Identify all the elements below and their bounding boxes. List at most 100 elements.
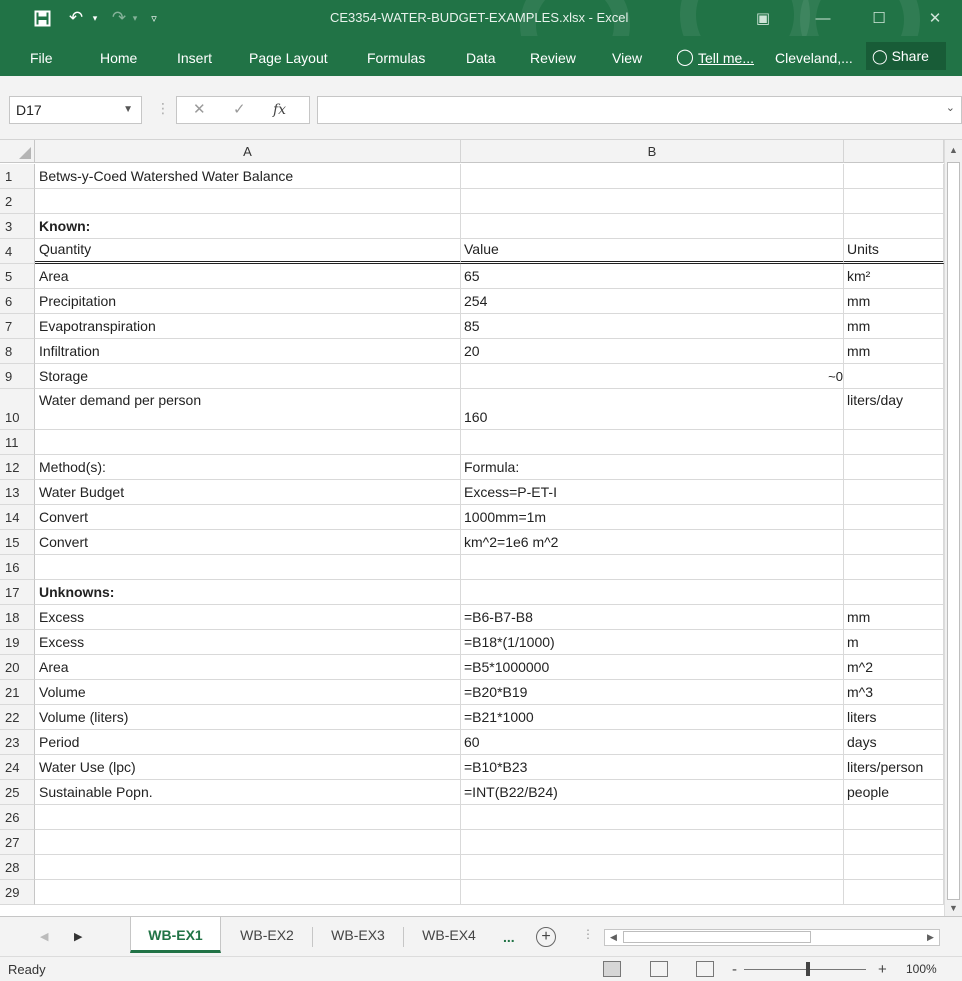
cell-b[interactable] <box>461 830 844 855</box>
cell-b[interactable] <box>461 580 844 605</box>
normal-view-icon[interactable] <box>603 961 621 977</box>
cell-a[interactable]: Excess <box>35 605 461 630</box>
page-layout-view-icon[interactable] <box>650 961 668 977</box>
row-header[interactable]: 8 <box>0 339 35 364</box>
cell-b[interactable]: Formula: <box>461 455 844 480</box>
cell-b[interactable] <box>461 189 844 214</box>
cell-c[interactable]: people <box>844 780 944 805</box>
row-header[interactable]: 3 <box>0 214 35 239</box>
more-sheets-button[interactable]: ... <box>503 917 515 957</box>
cell-a[interactable]: Convert <box>35 505 461 530</box>
cell-b[interactable]: =INT(B22/B24) <box>461 780 844 805</box>
tab-review[interactable]: Review <box>530 36 576 76</box>
cell-b[interactable] <box>461 430 844 455</box>
horizontal-scrollbar[interactable]: ◀ ▶ <box>604 929 940 946</box>
close-icon[interactable]: ✕ <box>912 0 958 36</box>
row-header[interactable]: 19 <box>0 630 35 655</box>
cell-a[interactable]: Quantity <box>35 239 461 264</box>
name-box[interactable]: D17 ▼ <box>9 96 142 124</box>
cell-a[interactable]: Evapotranspiration <box>35 314 461 339</box>
row-header[interactable]: 21 <box>0 680 35 705</box>
cell-c[interactable]: km² <box>844 264 944 289</box>
row-header[interactable]: 6 <box>0 289 35 314</box>
cell-c[interactable] <box>844 505 944 530</box>
row-header[interactable]: 13 <box>0 480 35 505</box>
ribbon-display-icon[interactable]: ▣ <box>740 0 786 36</box>
column-header-b[interactable]: B <box>461 140 844 163</box>
cell-a[interactable] <box>35 805 461 830</box>
row-header[interactable]: 4 <box>0 239 35 264</box>
tab-home[interactable]: Home <box>100 36 137 76</box>
row-header[interactable]: 11 <box>0 430 35 455</box>
cell-b[interactable] <box>461 805 844 830</box>
row-header[interactable]: 26 <box>0 805 35 830</box>
cell-c[interactable] <box>844 455 944 480</box>
page-break-view-icon[interactable] <box>696 961 714 977</box>
row-header[interactable]: 18 <box>0 605 35 630</box>
cell-c[interactable] <box>844 430 944 455</box>
expand-formula-icon[interactable]: ⌄ <box>946 101 955 114</box>
account-name[interactable]: Cleveland,... <box>775 36 853 76</box>
cell-b[interactable]: 65 <box>461 264 844 289</box>
cell-b[interactable]: Value <box>461 239 844 264</box>
row-header[interactable]: 22 <box>0 705 35 730</box>
save-icon[interactable] <box>28 0 56 36</box>
row-header[interactable]: 20 <box>0 655 35 680</box>
tab-view[interactable]: View <box>612 36 642 76</box>
cell-b[interactable]: =B10*B23 <box>461 755 844 780</box>
row-header[interactable]: 23 <box>0 730 35 755</box>
scroll-up-icon[interactable]: ▲ <box>945 142 962 159</box>
prev-sheet-icon[interactable]: ◀ <box>40 917 48 957</box>
cell-b[interactable]: 20 <box>461 339 844 364</box>
row-header[interactable]: 28 <box>0 855 35 880</box>
cell-b[interactable] <box>461 855 844 880</box>
cell-a[interactable]: Volume <box>35 680 461 705</box>
worksheet-grid[interactable]: A B 1 Betws-y-Coed Watershed Water Balanc… <box>0 140 944 916</box>
cell-b[interactable] <box>461 164 844 189</box>
redo-dropdown-icon[interactable]: ▾ <box>128 0 142 36</box>
cell-c[interactable]: m^3 <box>844 680 944 705</box>
minimize-icon[interactable]: — <box>800 0 846 36</box>
cancel-icon[interactable]: ✕ <box>193 97 206 123</box>
cell-a[interactable] <box>35 880 461 905</box>
cell-c[interactable]: Units <box>844 239 944 264</box>
cell-c[interactable] <box>844 880 944 905</box>
cell-a[interactable]: Infiltration <box>35 339 461 364</box>
cell-a[interactable]: Area <box>35 264 461 289</box>
tab-data[interactable]: Data <box>466 36 496 76</box>
zoom-percentage[interactable]: 100% <box>906 957 937 981</box>
row-header[interactable]: 14 <box>0 505 35 530</box>
cell-a[interactable]: Area <box>35 655 461 680</box>
cell-c[interactable]: liters/person <box>844 755 944 780</box>
row-header[interactable]: 5 <box>0 264 35 289</box>
vertical-scrollbar[interactable]: ▲ ▼ <box>944 140 962 916</box>
cell-a[interactable]: Unknowns: <box>35 580 461 605</box>
cell-c[interactable] <box>844 530 944 555</box>
scroll-left-icon[interactable]: ◀ <box>605 930 622 945</box>
row-header[interactable]: 2 <box>0 189 35 214</box>
cell-c[interactable] <box>844 480 944 505</box>
tell-me-box[interactable]: Tell me... <box>698 36 754 76</box>
cell-c[interactable] <box>844 364 944 389</box>
cell-a[interactable]: Known: <box>35 214 461 239</box>
customize-toolbar-icon[interactable]: ▿ <box>146 0 162 36</box>
row-header[interactable]: 29 <box>0 880 35 905</box>
row-header[interactable]: 27 <box>0 830 35 855</box>
maximize-icon[interactable]: ☐ <box>856 0 902 36</box>
cell-a[interactable] <box>35 430 461 455</box>
tab-formulas[interactable]: Formulas <box>367 36 425 76</box>
sheet-tab-wb-ex1[interactable]: WB-EX1 <box>130 917 221 953</box>
cell-b[interactable]: =B6-B7-B8 <box>461 605 844 630</box>
row-header[interactable]: 25 <box>0 780 35 805</box>
cell-b[interactable]: =B18*(1/1000) <box>461 630 844 655</box>
cell-a[interactable]: Water Use (lpc) <box>35 755 461 780</box>
cell-a[interactable]: Period <box>35 730 461 755</box>
cell-b[interactable]: km^2=1e6 m^2 <box>461 530 844 555</box>
zoom-out-button[interactable]: - <box>732 957 737 981</box>
cell-a[interactable]: Storage <box>35 364 461 389</box>
cell-c[interactable] <box>844 164 944 189</box>
cell-a[interactable] <box>35 830 461 855</box>
insert-function-icon[interactable]: fx <box>273 97 286 123</box>
row-header[interactable]: 17 <box>0 580 35 605</box>
share-button[interactable]: ◯ Share <box>866 42 946 70</box>
